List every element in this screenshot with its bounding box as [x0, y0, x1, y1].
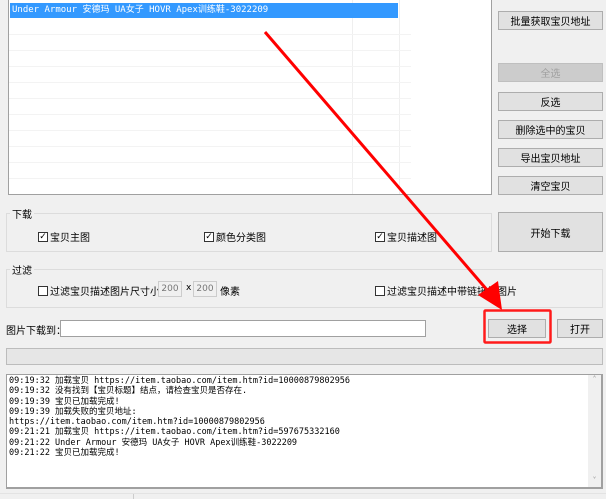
select-all-button[interactable]: 全选 — [498, 63, 603, 82]
row-line — [9, 130, 411, 131]
log-line: 09:21:21 加载宝贝 https://item.taobao.com/it… — [9, 427, 340, 438]
invert-selection-button[interactable]: 反选 — [498, 92, 603, 111]
checkbox-label: 宝贝描述图 — [387, 233, 437, 244]
row-line — [9, 50, 411, 51]
min-width-input[interactable]: 200 — [158, 281, 182, 297]
times-label: x — [186, 283, 192, 293]
download-path-label: 图片下载到： — [6, 326, 66, 337]
column-divider — [352, 0, 353, 194]
checkbox-icon: ✓ — [204, 231, 214, 242]
filter-group-title: 过滤 — [10, 262, 34, 277]
checkbox-label: 颜色分类图 — [216, 233, 266, 244]
log-line: 09:21:22 Under Armour 安德玛 UA女子 HOVR Apex… — [9, 437, 298, 448]
log-scrollbar[interactable]: ˄ ˅ — [588, 375, 601, 487]
row-line — [9, 82, 411, 83]
row-line — [9, 146, 411, 147]
checkbox-icon: ✓ — [38, 231, 48, 242]
row-line — [9, 98, 411, 99]
batch-get-button[interactable]: 批量获取宝贝地址 — [498, 11, 603, 30]
scroll-up-icon[interactable]: ˄ — [588, 375, 601, 384]
clear-button[interactable]: 清空宝贝 — [498, 176, 603, 195]
delete-selected-button[interactable]: 删除选中的宝贝 — [498, 120, 603, 139]
filter-link-checkbox[interactable]: 过滤宝贝描述中带链接的图片 — [375, 283, 517, 298]
progress-bar — [6, 348, 603, 365]
column-divider — [399, 0, 400, 194]
log-line: 09:19:39 宝贝已加载完成! — [9, 396, 120, 407]
list-item-selected[interactable]: Under Armour 安德玛 UA女子 HOVR Apex训练鞋-30222… — [10, 3, 398, 18]
pixel-unit-label: 像素 — [220, 287, 240, 298]
row-line — [9, 66, 411, 67]
description-image-checkbox[interactable]: ✓ 宝贝描述图 — [375, 229, 437, 244]
scroll-down-icon[interactable]: ˅ — [588, 476, 601, 485]
log-line: 09:19:32 没有找到【宝贝标题】结点，请检查宝贝是否存在. — [9, 386, 248, 397]
export-button[interactable]: 导出宝贝地址 — [498, 148, 603, 167]
checkbox-icon: ✓ — [375, 231, 385, 242]
choose-folder-button[interactable]: 选择 — [488, 319, 546, 338]
download-path-input[interactable] — [60, 320, 426, 337]
color-image-checkbox[interactable]: ✓ 颜色分类图 — [204, 229, 266, 244]
log-line: 09:19:39 加载失败的宝贝地址: — [9, 406, 137, 417]
log-line: 09:21:22 宝贝已加载完成! — [9, 448, 120, 459]
item-list[interactable] — [8, 0, 492, 195]
open-folder-button[interactable]: 打开 — [557, 319, 603, 338]
checkbox-icon — [375, 285, 385, 296]
row-line — [9, 34, 411, 35]
main-image-checkbox[interactable]: ✓ 宝贝主图 — [38, 229, 90, 244]
status-bar — [0, 493, 606, 499]
download-group-title: 下载 — [10, 206, 34, 221]
log-line: 09:19:32 加载宝贝 https://item.taobao.com/it… — [9, 376, 351, 386]
start-download-button[interactable]: 开始下载 — [498, 212, 603, 252]
row-line — [9, 162, 411, 163]
checkbox-label: 宝贝主图 — [50, 233, 90, 244]
row-line — [9, 114, 411, 115]
row-line — [9, 178, 411, 179]
min-height-input[interactable]: 200 — [193, 281, 217, 297]
checkbox-label: 过滤宝贝描述中带链接的图片 — [387, 287, 517, 298]
checkbox-icon — [38, 285, 48, 296]
log-output[interactable]: 09:19:32 加载宝贝 https://item.taobao.com/it… — [6, 374, 603, 489]
log-line: https://item.taobao.com/item.htm?id=1000… — [9, 417, 265, 428]
